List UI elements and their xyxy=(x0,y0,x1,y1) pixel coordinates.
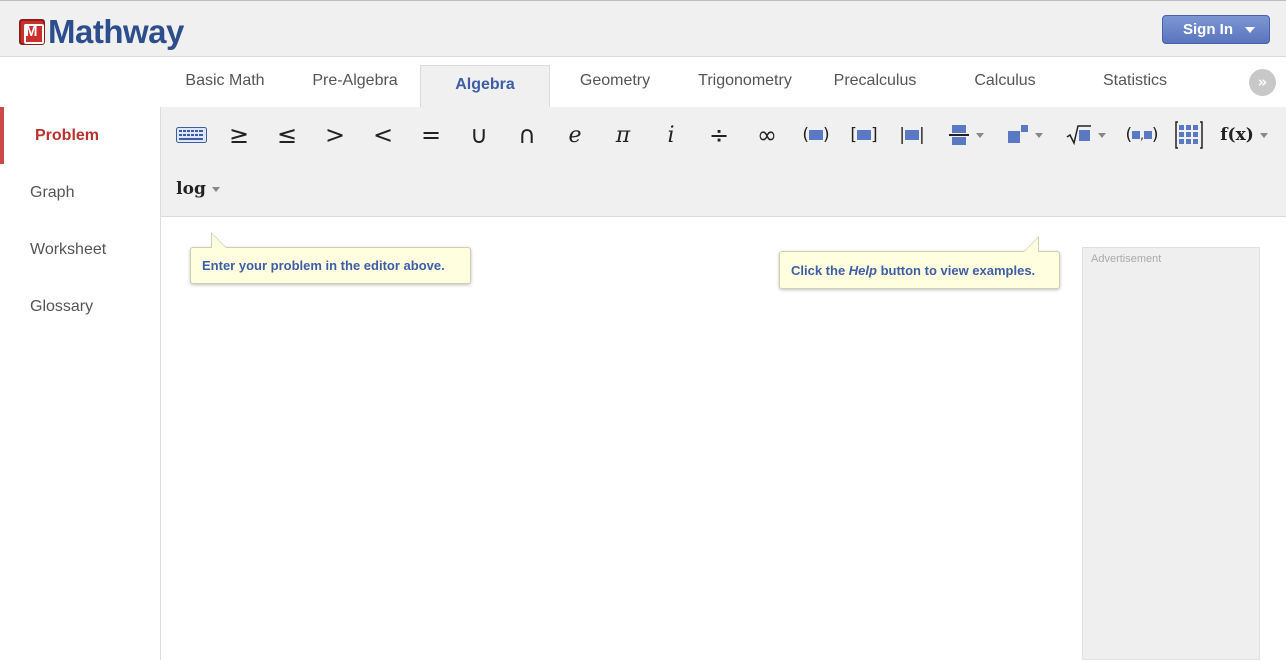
infinity-button[interactable]: ∞ xyxy=(751,115,783,155)
brackets-icon[interactable]: [] xyxy=(847,115,881,155)
greater-than-button[interactable]: > xyxy=(319,115,351,155)
sidebar: Problem Graph Worksheet Glossary xyxy=(0,107,161,660)
divide-button[interactable]: ÷ xyxy=(703,115,735,155)
chevron-down-icon xyxy=(1245,27,1255,33)
editor-tip: Enter your problem in the editor above. xyxy=(190,232,471,284)
fraction-icon[interactable] xyxy=(943,115,989,155)
keyboard-icon[interactable] xyxy=(173,115,209,155)
chevron-down-icon xyxy=(211,186,220,192)
tab-trigonometry[interactable]: Trigonometry xyxy=(680,65,810,107)
help-tip: Click the Help button to view examples. xyxy=(779,236,1060,289)
function-label: f(x) xyxy=(1220,125,1254,145)
chevron-down-icon xyxy=(1259,132,1268,138)
sign-in-label: Sign In xyxy=(1183,21,1233,38)
tab-algebra[interactable]: Algebra xyxy=(420,65,550,107)
intersection-button[interactable]: ∩ xyxy=(511,115,543,155)
chevron-down-icon xyxy=(1098,132,1106,138)
header: Mathway Sign In xyxy=(0,0,1286,57)
log-label: log xyxy=(176,179,206,199)
imaginary-i-button[interactable]: i xyxy=(655,115,687,155)
exponent-icon[interactable] xyxy=(1003,115,1047,155)
sidebar-item-worksheet[interactable]: Worksheet xyxy=(0,221,160,278)
mathway-logo[interactable]: Mathway xyxy=(19,13,184,50)
math-toolbar: ≥ ≤ > < = ∪ ∩ e π i ÷ ∞ () [] | | (,) … xyxy=(161,107,1286,217)
subject-tabs: Basic Math Pre-Algebra Algebra Geometry … xyxy=(160,57,1286,107)
chevron-down-icon xyxy=(1035,132,1043,138)
tab-statistics[interactable]: Statistics xyxy=(1070,65,1200,107)
tab-basic-math[interactable]: Basic Math xyxy=(160,65,290,107)
more-tabs-icon[interactable]: » xyxy=(1249,69,1276,96)
help-tip-text: Click the Help button to view examples. xyxy=(791,262,1036,278)
sidebar-item-glossary[interactable]: Glossary xyxy=(0,278,160,335)
euler-e-button[interactable]: e xyxy=(559,115,591,155)
editor-tip-text: Enter your problem in the editor above. xyxy=(202,258,445,273)
pi-button[interactable]: π xyxy=(607,115,639,155)
absolute-value-icon[interactable]: | | xyxy=(895,115,929,155)
sign-in-button[interactable]: Sign In xyxy=(1162,15,1270,44)
greater-equal-button[interactable]: ≥ xyxy=(223,115,255,155)
parentheses-icon[interactable]: () xyxy=(799,115,833,155)
advertisement-label: Advertisement xyxy=(1091,253,1162,265)
less-equal-button[interactable]: ≤ xyxy=(271,115,303,155)
matrix-icon[interactable] xyxy=(1173,115,1205,155)
mathway-logo-icon xyxy=(19,19,45,45)
ordered-pair-icon[interactable]: (,) xyxy=(1123,115,1161,155)
less-than-button[interactable]: < xyxy=(367,115,399,155)
square-root-icon[interactable] xyxy=(1061,115,1111,155)
log-dropdown[interactable]: log xyxy=(173,169,223,209)
tab-precalculus[interactable]: Precalculus xyxy=(810,65,940,107)
advertisement-panel: Advertisement xyxy=(1082,247,1260,660)
function-dropdown[interactable]: f(x) xyxy=(1219,115,1269,155)
logo-text: Mathway xyxy=(48,13,184,50)
chevron-down-icon xyxy=(976,132,984,138)
sidebar-item-graph[interactable]: Graph xyxy=(0,164,160,221)
tab-pre-algebra[interactable]: Pre-Algebra xyxy=(290,65,420,107)
union-button[interactable]: ∪ xyxy=(463,115,495,155)
tab-geometry[interactable]: Geometry xyxy=(550,65,680,107)
equals-button[interactable]: = xyxy=(415,115,447,155)
sidebar-item-problem[interactable]: Problem xyxy=(0,107,160,164)
tab-calculus[interactable]: Calculus xyxy=(940,65,1070,107)
